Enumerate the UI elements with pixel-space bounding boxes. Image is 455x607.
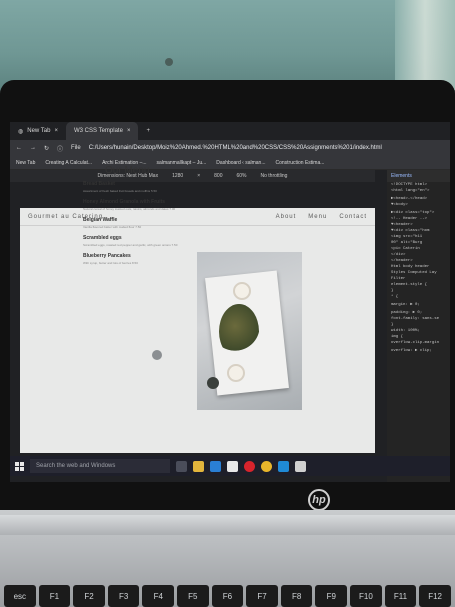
windows-taskbar: Search the web and Windows xyxy=(10,456,450,476)
keyboard-key: esc xyxy=(4,585,36,607)
throttle-select[interactable]: No throttling xyxy=(261,173,288,179)
info-icon[interactable]: ⓘ xyxy=(57,144,63,153)
keyboard-key: F3 xyxy=(107,585,140,607)
keyboard-key: F4 xyxy=(142,585,175,607)
bookmark-item[interactable]: salmanmallkapt – Ju... xyxy=(157,160,207,166)
keyboard-key: F5 xyxy=(177,585,209,607)
tab-label: New Tab xyxy=(27,128,51,134)
tab-label: W3 CSS Template xyxy=(74,128,123,134)
bookmark-item[interactable]: Creating A Calculat... xyxy=(45,160,92,166)
devtools-code: <!DOCTYPE html> <html lang="en"> ▶<head>…<… xyxy=(387,182,450,354)
menu-item-desc: Assortment of fresh baked fruit breads a… xyxy=(83,189,157,193)
nav-menu[interactable]: Menu xyxy=(308,214,327,220)
forward-icon[interactable]: → xyxy=(30,145,36,151)
nav-contact[interactable]: Contact xyxy=(339,214,367,220)
background-wall xyxy=(0,0,455,90)
devtools-code-line[interactable]: ▶<div class="top"> xyxy=(387,208,450,216)
menu-item-name: Scrambled eggs xyxy=(83,235,122,241)
curtain xyxy=(395,0,455,90)
devtools-code-line[interactable]: ▶<head>…</head> xyxy=(387,194,450,202)
sauce-dish xyxy=(207,377,219,389)
menu-item: Bread Basket Assortment of fresh baked f… xyxy=(83,181,193,193)
globe-icon: ◍ xyxy=(18,128,24,135)
reload-icon[interactable]: ↻ xyxy=(44,145,49,152)
address-prefix: File xyxy=(71,145,81,151)
hp-logo-icon: hp xyxy=(308,489,330,511)
close-icon[interactable]: × xyxy=(127,128,131,134)
dip-bowl xyxy=(227,364,245,382)
site-top-nav: Gourmet au Catering About Menu Contact xyxy=(20,208,375,226)
new-tab-button[interactable]: + xyxy=(138,122,158,140)
opera-icon[interactable] xyxy=(244,460,255,472)
plus-icon: + xyxy=(146,128,150,134)
vscode-icon[interactable] xyxy=(278,460,289,472)
laptop-hinge xyxy=(0,515,455,535)
keyboard-key: F8 xyxy=(280,585,313,607)
keyboard-key: F1 xyxy=(38,585,71,607)
tab-elements[interactable]: Elements xyxy=(391,173,412,179)
back-icon[interactable]: ← xyxy=(16,145,22,151)
menu-item: Scrambled eggs Scrambled eggs, roasted r… xyxy=(83,235,193,247)
food-photo xyxy=(197,252,302,410)
task-view-icon[interactable] xyxy=(176,460,187,472)
devtools-panel: Elements <!DOCTYPE html> <html lang="en">… xyxy=(387,170,450,482)
bookmarks-bar: New Tab Creating A Calculat... Archi Est… xyxy=(10,156,450,170)
menu-item-name: Honey Almond Granola with Fruits xyxy=(83,199,166,205)
edge-icon[interactable] xyxy=(210,460,221,472)
menu-item-desc: Scrambled eggs, roasted red pepper and g… xyxy=(83,243,178,247)
windows-start-icon[interactable] xyxy=(15,461,24,471)
menu-list: Bread Basket Assortment of fresh baked f… xyxy=(83,181,193,271)
tab-w3-css-template[interactable]: W3 CSS Template × xyxy=(66,122,139,140)
keyboard-key: F6 xyxy=(211,585,244,607)
dip-bowl xyxy=(233,282,251,300)
keyboard-key: F11 xyxy=(384,585,417,607)
devtools-code-line[interactable]: overflow: ▶ clip; xyxy=(387,346,450,354)
menu-item-name: Blueberry Pancakes xyxy=(83,253,131,259)
menu-item-desc: Natural cereal of honey toasted oats, ra… xyxy=(83,207,176,211)
keyboard-key: F9 xyxy=(315,585,348,607)
height-input[interactable]: 800 xyxy=(214,173,222,179)
fried-food xyxy=(219,304,259,359)
width-input[interactable]: 1280 xyxy=(172,173,183,179)
wall-mark xyxy=(165,58,173,66)
devtools-code-line[interactable]: padding: ▶ 0; xyxy=(387,308,450,316)
devtools-tabs: Elements xyxy=(387,170,450,182)
keyboard-key: F10 xyxy=(350,585,382,607)
app-icon[interactable] xyxy=(295,460,306,472)
dimension-separator: × xyxy=(197,173,201,179)
bookmark-item[interactable]: New Tab xyxy=(16,160,35,166)
function-key-row: esc F1 F2 F3 F4 F5 F6 F7 F8 F9 F10 F11 F12 xyxy=(0,585,455,607)
address-bar[interactable]: C:/Users/hunain/Desktop/Moiz%20Ahmed.%20… xyxy=(89,145,382,151)
keyboard-key: F12 xyxy=(419,585,451,607)
file-explorer-icon[interactable] xyxy=(193,460,204,472)
menu-item: Honey Almond Granola with Fruits Natural… xyxy=(83,199,193,211)
nav-about[interactable]: About xyxy=(276,214,297,220)
chrome-icon[interactable] xyxy=(261,460,272,472)
menu-item-name: Bread Basket xyxy=(83,181,115,187)
menu-item-desc: Vanilla flavored batter with malted flou… xyxy=(83,225,142,229)
devtools-code-line[interactable]: margin: ▶ 0; xyxy=(387,300,450,308)
keyboard-key: F7 xyxy=(246,585,278,607)
zoom-select[interactable]: 60% xyxy=(236,173,246,179)
menu-title: Our Menu xyxy=(105,165,150,176)
bookmark-item[interactable]: Dashboard ‹ salman... xyxy=(216,160,265,166)
store-icon[interactable] xyxy=(227,460,238,472)
menu-item: Blueberry Pancakes With syrup, butter an… xyxy=(83,253,193,265)
menu-item: Belgian Waffle Vanilla flavored batter w… xyxy=(83,217,193,229)
keyboard-key: F2 xyxy=(73,585,105,607)
bookmark-item[interactable]: Construction Estima... xyxy=(276,160,325,166)
close-icon[interactable]: × xyxy=(55,128,59,134)
browser-toolbar: ← → ↻ ⓘ File C:/Users/hunain/Desktop/Moi… xyxy=(10,140,450,156)
touch-cursor xyxy=(152,350,162,360)
menu-item-desc: With syrup, butter and lots of berries 8… xyxy=(83,261,138,265)
browser-tab-strip: ◍ New Tab × W3 CSS Template × + xyxy=(10,122,450,140)
tab-new-tab[interactable]: ◍ New Tab × xyxy=(10,122,66,140)
menu-item-name: Belgian Waffle xyxy=(83,217,118,223)
taskbar-search[interactable]: Search the web and Windows xyxy=(30,459,170,473)
